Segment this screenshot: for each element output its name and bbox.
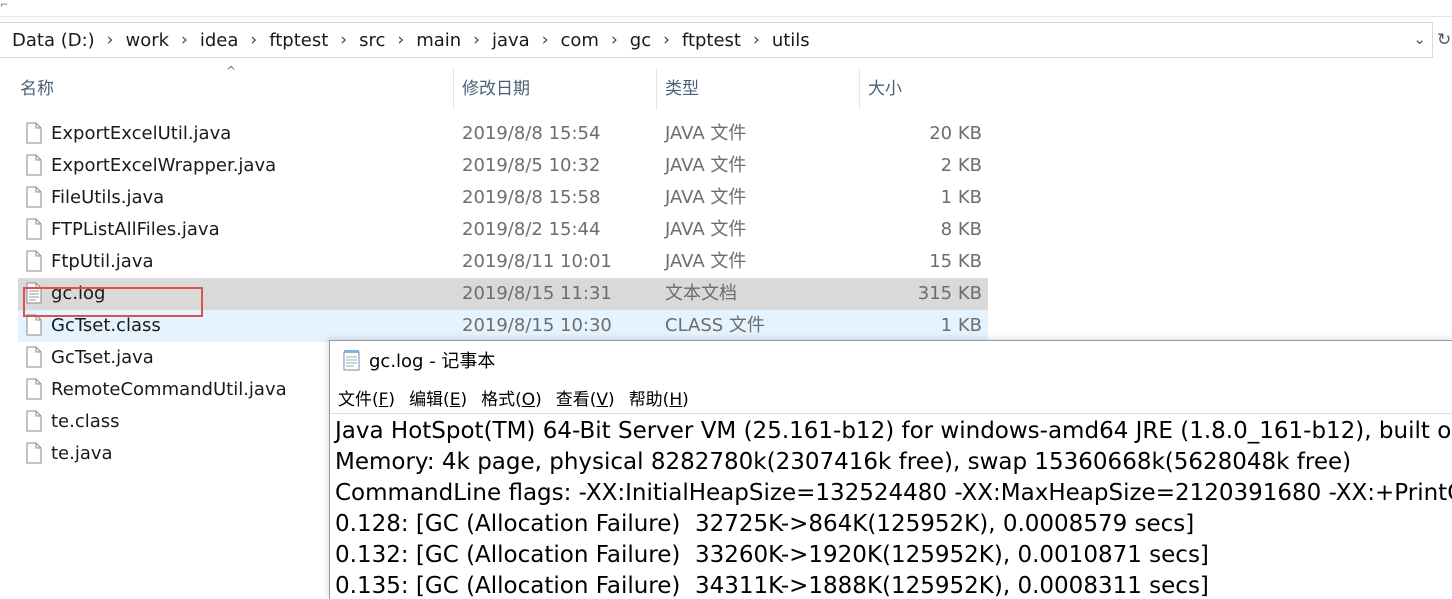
file-size: 1 KB bbox=[940, 187, 982, 208]
file-icon bbox=[26, 218, 42, 240]
breadcrumb-item[interactable]: src bbox=[359, 30, 385, 51]
file-icon bbox=[26, 442, 42, 464]
log-line: 0.128: [GC (Allocation Failure) 32725K->… bbox=[335, 511, 1195, 537]
chevron-down-icon[interactable]: ⌄ bbox=[1413, 30, 1426, 48]
chevron-right-icon[interactable]: › bbox=[107, 30, 114, 50]
file-name: ExportExcelWrapper.java bbox=[51, 155, 277, 176]
chevron-right-icon[interactable]: › bbox=[753, 30, 760, 50]
file-row[interactable]: FtpUtil.java 2019/8/11 10:01 JAVA 文件 15 KB bbox=[18, 246, 988, 278]
chevron-right-icon[interactable]: › bbox=[611, 30, 618, 50]
chevron-right-icon[interactable]: › bbox=[542, 30, 549, 50]
breadcrumb-item[interactable]: gc bbox=[630, 30, 651, 51]
breadcrumb-item[interactable]: work bbox=[125, 30, 169, 51]
file-name: FTPListAllFiles.java bbox=[51, 219, 220, 240]
file-size: 15 KB bbox=[929, 251, 982, 272]
column-header-size[interactable]: 大小 bbox=[859, 68, 994, 110]
file-type: JAVA 文件 bbox=[665, 123, 747, 144]
log-line: CommandLine flags: -XX:InitialHeapSize=1… bbox=[335, 480, 1452, 506]
file-type: JAVA 文件 bbox=[665, 155, 747, 176]
file-row[interactable]: ExportExcelWrapper.java 2019/8/5 10:32 JAV… bbox=[18, 150, 988, 182]
file-row[interactable]: ExportExcelUtil.java 2019/8/8 15:54 JAVA 文… bbox=[18, 118, 988, 150]
breadcrumb-item[interactable]: ftptest bbox=[682, 30, 741, 51]
file-modified: 2019/8/8 15:54 bbox=[462, 123, 601, 144]
file-modified: 2019/8/15 11:31 bbox=[462, 283, 612, 304]
breadcrumb-item[interactable]: Data (D:) bbox=[12, 30, 95, 51]
file-size: 2 KB bbox=[940, 155, 982, 176]
notepad-menu-item[interactable]: 编辑(E) bbox=[409, 385, 467, 410]
notepad-menu-item[interactable]: 格式(O) bbox=[481, 385, 542, 410]
file-name: te.java bbox=[51, 443, 113, 464]
file-modified: 2019/8/2 15:44 bbox=[462, 219, 601, 240]
file-row[interactable]: FTPListAllFiles.java 2019/8/2 15:44 JAVA 文… bbox=[18, 214, 988, 246]
notepad-menu-item[interactable]: 查看(V) bbox=[556, 385, 615, 410]
refresh-icon[interactable]: ↻ bbox=[1437, 30, 1451, 50]
breadcrumb-item[interactable]: ftptest bbox=[269, 30, 328, 51]
window-top-strip: ⌐ bbox=[0, 0, 1452, 17]
notepad-icon bbox=[343, 350, 360, 371]
file-modified: 2019/8/15 10:30 bbox=[462, 315, 612, 336]
log-line: Memory: 4k page, physical 8282780k(23074… bbox=[335, 449, 1352, 475]
file-type: JAVA 文件 bbox=[665, 187, 747, 208]
breadcrumb-item[interactable]: com bbox=[561, 30, 599, 51]
address-bar[interactable]: Data (D:) › work › idea › ftptest › src › main › jav… bbox=[0, 22, 1433, 58]
corner-mark: ⌐ bbox=[0, 0, 9, 11]
log-line: Java HotSpot(TM) 64-Bit Server VM (25.16… bbox=[335, 418, 1452, 444]
chevron-right-icon[interactable]: › bbox=[181, 30, 188, 50]
file-type: JAVA 文件 bbox=[665, 219, 747, 240]
file-row[interactable]: FileUtils.java 2019/8/8 15:58 JAVA 文件 1 KB bbox=[18, 182, 988, 214]
chevron-right-icon[interactable]: › bbox=[663, 30, 670, 50]
file-type: JAVA 文件 bbox=[665, 251, 747, 272]
file-name: te.class bbox=[51, 411, 120, 432]
chevron-right-icon[interactable]: › bbox=[473, 30, 480, 50]
notepad-menu-item[interactable]: 文件(F) bbox=[338, 385, 395, 410]
column-headers: 名称 修改日期 类型 大小 bbox=[0, 68, 994, 110]
breadcrumb-item[interactable]: main bbox=[416, 30, 461, 51]
breadcrumb-item[interactable]: idea bbox=[200, 30, 239, 51]
file-icon bbox=[26, 122, 42, 144]
file-size: 8 KB bbox=[940, 219, 982, 240]
file-name: ExportExcelUtil.java bbox=[51, 123, 232, 144]
notepad-text-area[interactable]: Java HotSpot(TM) 64-Bit Server VM (25.16… bbox=[330, 413, 1452, 599]
file-type: 文本文档 bbox=[665, 283, 737, 304]
file-icon bbox=[26, 314, 42, 336]
file-name: RemoteCommandUtil.java bbox=[51, 379, 287, 400]
file-modified: 2019/8/11 10:01 bbox=[462, 251, 612, 272]
file-icon bbox=[26, 346, 42, 368]
chevron-right-icon[interactable]: › bbox=[397, 30, 404, 50]
chevron-right-icon[interactable]: › bbox=[340, 30, 347, 50]
file-size: 1 KB bbox=[940, 315, 982, 336]
file-type: CLASS 文件 bbox=[665, 315, 765, 336]
notepad-title: gc.log - 记事本 bbox=[369, 351, 496, 372]
log-line: 0.132: [GC (Allocation Failure) 33260K->… bbox=[335, 542, 1209, 568]
log-line: 0.135: [GC (Allocation Failure) 34311K->… bbox=[335, 573, 1209, 599]
breadcrumb-item[interactable]: java bbox=[492, 30, 530, 51]
file-size: 315 KB bbox=[917, 283, 982, 304]
file-name: FileUtils.java bbox=[51, 187, 165, 208]
file-modified: 2019/8/8 15:58 bbox=[462, 187, 601, 208]
breadcrumb: Data (D:) › work › idea › ftptest › src › main › jav… bbox=[0, 30, 810, 51]
notepad-menubar: 文件(F) 编辑(E) 格式(O) 查看(V) 帮助(H) bbox=[330, 383, 695, 411]
file-name: GcTset.java bbox=[51, 347, 154, 368]
column-header-modified[interactable]: 修改日期 bbox=[453, 68, 655, 110]
file-icon bbox=[26, 378, 42, 400]
file-modified: 2019/8/5 10:32 bbox=[462, 155, 601, 176]
file-size: 20 KB bbox=[929, 123, 982, 144]
file-icon bbox=[26, 154, 42, 176]
highlight-annotation bbox=[23, 287, 203, 317]
column-header-name[interactable]: 名称 bbox=[12, 68, 452, 110]
breadcrumb-item[interactable]: utils bbox=[772, 30, 810, 51]
column-header-type[interactable]: 类型 bbox=[656, 68, 858, 110]
file-name: FtpUtil.java bbox=[51, 251, 154, 272]
chevron-right-icon[interactable]: › bbox=[250, 30, 257, 50]
notepad-menu-item[interactable]: 帮助(H) bbox=[629, 385, 689, 410]
notepad-window[interactable]: gc.log - 记事本 文件(F) 编辑(E) 格式(O) 查看(V) 帮助(H) J… bbox=[329, 340, 1452, 599]
notepad-titlebar[interactable]: gc.log - 记事本 bbox=[330, 341, 1452, 379]
file-icon bbox=[26, 186, 42, 208]
file-icon bbox=[26, 250, 42, 272]
file-icon bbox=[26, 410, 42, 432]
